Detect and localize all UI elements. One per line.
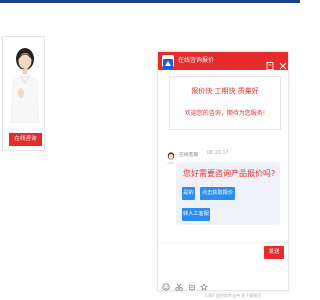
footer-text: 53KF 提供软件支持 关于客服号 [204,293,262,298]
logo-icon [162,55,174,69]
send-button[interactable]: 发送 [264,246,284,259]
star-icon[interactable] [199,276,209,291]
welcome-notice: 报价快 工期快 质量好 欢迎您的咨询，期待为您服务! [169,76,281,130]
file-icon[interactable] [188,276,196,291]
notice-line-2: 欢迎您的咨询，期待为您服务! [184,110,266,117]
quick-reply-human[interactable]: 转人工客服 [182,208,210,221]
chat-header: 在线咨询报价 [158,52,288,70]
chat-window: 在线咨询报价 报价快 工期快 质量好 欢迎您的咨询，期待为您服务! 在线客服 0… [157,51,289,291]
message-input-area[interactable]: 发送 [158,242,288,292]
quick-reply-yes[interactable]: 是的 [182,187,195,200]
agent-avatar [166,149,176,164]
message-time: 06:20:17 [207,151,229,156]
minimize-icon[interactable] [265,56,275,70]
promo-card: 在线咨询 [2,36,45,151]
message-bubble: 您好需要咨询产品报价吗? 是的 点击获取报价 转人工客服 [176,162,280,225]
agent-name: 在线客服 [179,153,199,158]
close-icon[interactable] [278,56,288,70]
chat-title: 在线咨询报价 [178,57,215,64]
emoji-icon[interactable] [162,276,170,291]
scissors-icon[interactable] [175,276,183,291]
quick-reply-quote[interactable]: 点击获取报价 [200,187,235,200]
agent-photo [8,43,42,124]
notice-line-1: 报价快 工期快 质量好 [191,87,259,95]
consult-button[interactable]: 在线咨询 [9,133,42,146]
message-question: 您好需要咨询产品报价吗? [183,169,276,178]
top-bar [0,0,300,3]
